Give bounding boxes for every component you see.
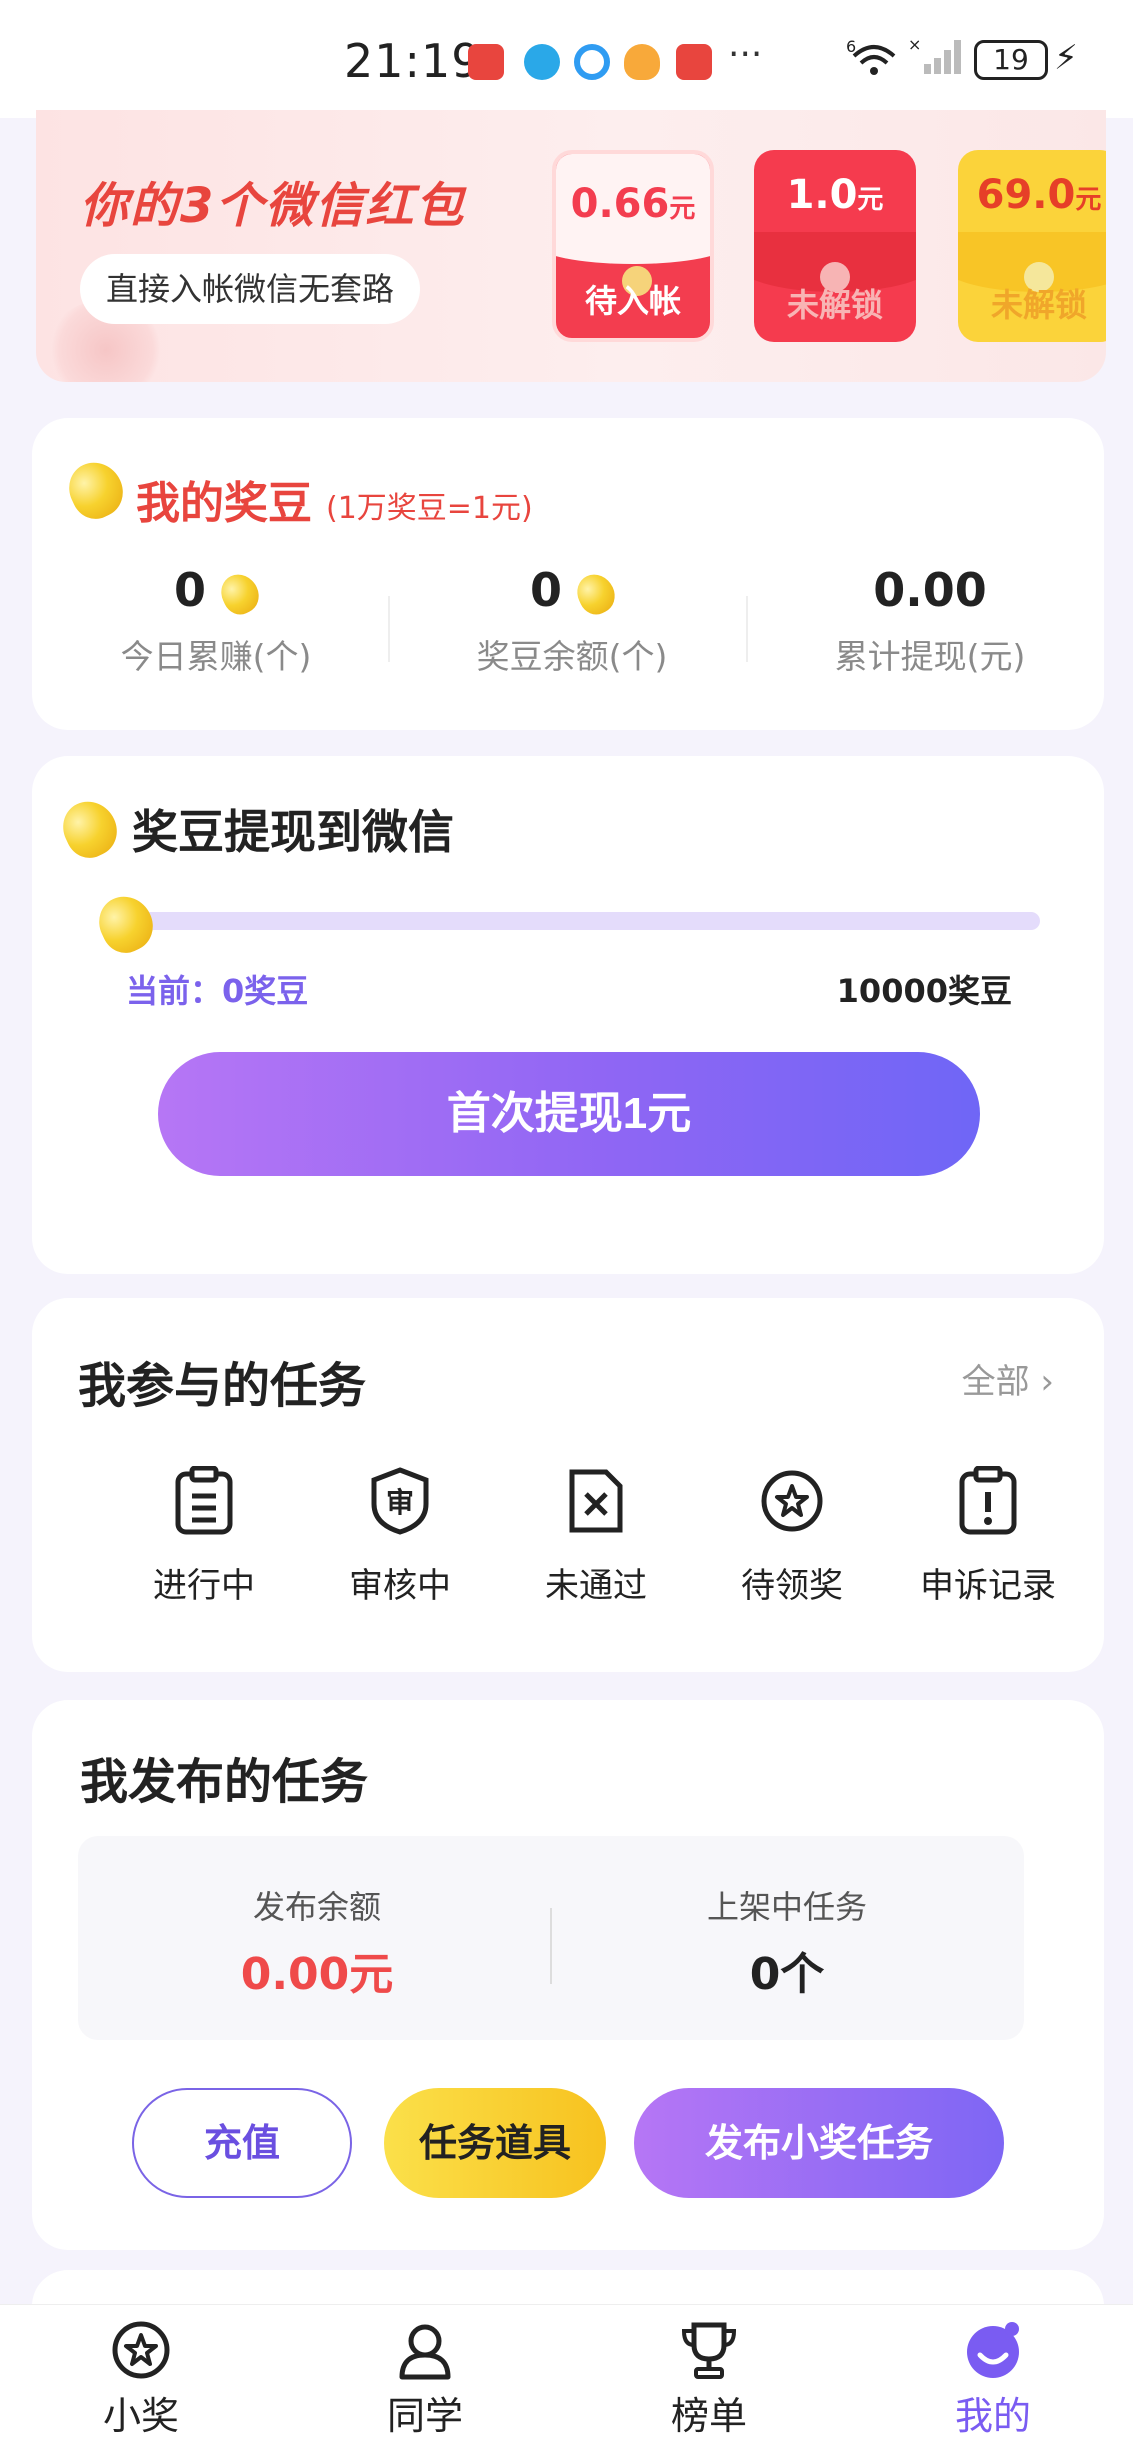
rejected-file-icon xyxy=(569,1469,623,1533)
my-beans-card: 我的奖豆 (1万奖豆=1元) 0 今日累赚(个) 0 奖豆余额(个) 0.00 … xyxy=(32,418,1104,730)
charging-icon: ⚡ xyxy=(1054,38,1078,78)
view-all-link[interactable]: 全部 › xyxy=(962,1354,1054,1403)
battery-icon: 19 xyxy=(974,40,1048,80)
stat-total-withdrawn: 0.00 累计提现(元) xyxy=(760,558,1100,678)
task-status-label: 待领奖 xyxy=(741,1566,843,1606)
participated-tasks-title: 我参与的任务 xyxy=(78,1358,367,1414)
task-status-label: 审核中 xyxy=(349,1566,451,1606)
stat-label: 累计提现(元) xyxy=(834,637,1026,676)
recharge-button[interactable]: 充值 xyxy=(132,2088,352,2198)
envelope-status: 未解锁 xyxy=(990,286,1087,324)
task-props-button[interactable]: 任务道具 xyxy=(384,2088,606,2198)
nav-label: 榜单 xyxy=(670,2394,747,2438)
huawei-store-icon xyxy=(676,44,712,80)
listed-tasks: 上架中任务 0个 xyxy=(562,1882,1012,2002)
withdraw-title: 奖豆提现到微信 xyxy=(132,805,454,859)
envelope-amount: 69.0元 xyxy=(976,172,1102,218)
publish-task-button[interactable]: 发布小奖任务 xyxy=(634,2088,1004,2198)
nav-label: 我的 xyxy=(954,2394,1031,2438)
bean-icon xyxy=(54,792,126,866)
clipboard-icon xyxy=(175,1466,233,1535)
participated-tasks-card: 我参与的任务 全部 › 进行中 审 审核中 未通过 待领奖 申诉记录 xyxy=(32,1298,1104,1672)
progress-current: 当前：0奖豆 xyxy=(126,972,309,1010)
search-icon xyxy=(574,44,610,80)
stat-value: 0 xyxy=(529,563,562,617)
task-status-label: 进行中 xyxy=(153,1566,255,1606)
red-envelope-1[interactable]: 0.66元 待入帐 xyxy=(552,150,714,342)
stat-bean-balance: 0 奖豆余额(个) xyxy=(402,558,742,678)
beans-exchange-rate: (1万奖豆=1元) xyxy=(326,491,533,526)
chevron-right-icon: › xyxy=(1040,1362,1054,1402)
publish-balance-value: 0.00元 xyxy=(240,1949,394,2000)
star-circle-icon xyxy=(112,2321,170,2379)
task-status-in-progress[interactable]: 进行中 xyxy=(106,1466,302,1607)
envelope-status: 待入帐 xyxy=(584,282,681,320)
red-envelope-banner[interactable]: 你的3个微信红包 直接入帐微信无套路 0.66元 待入帐 1.0元 未解锁 69… xyxy=(36,110,1106,382)
task-status-reviewing[interactable]: 审 审核中 xyxy=(302,1466,498,1607)
task-status-label: 申诉记录 xyxy=(920,1566,1056,1606)
first-withdraw-button[interactable]: 首次提现1元 xyxy=(158,1052,980,1176)
appeal-clipboard-icon xyxy=(959,1466,1017,1535)
bean-icon xyxy=(215,567,265,620)
svg-text:×: × xyxy=(908,36,920,54)
bottom-nav: 小奖 同学 榜单 我的 xyxy=(0,2304,1133,2453)
red-envelope-2[interactable]: 1.0元 未解锁 xyxy=(754,150,916,342)
stat-value: 0.00 xyxy=(873,563,987,617)
progress-target: 10000奖豆 xyxy=(836,972,1012,1010)
task-status-label: 未通过 xyxy=(545,1566,647,1606)
trophy-icon xyxy=(681,2322,737,2379)
nav-item-mine[interactable]: 我的 xyxy=(918,2319,1068,2440)
task-status-appeal-records[interactable]: 申诉记录 xyxy=(890,1466,1086,1607)
cat-app-icon xyxy=(624,44,660,80)
browser-icon xyxy=(524,44,560,80)
listed-tasks-label: 上架中任务 xyxy=(706,1888,867,1926)
status-time: 21:19 xyxy=(344,34,482,88)
beans-title: 我的奖豆 xyxy=(136,478,312,529)
task-status-rejected[interactable]: 未通过 xyxy=(498,1466,694,1607)
classmate-icon xyxy=(399,2324,451,2380)
banner-title: 你的3个微信红包 xyxy=(80,178,466,234)
publish-balance: 发布余额 0.00元 xyxy=(92,1882,542,2002)
svg-text:审: 审 xyxy=(386,1486,414,1519)
stat-today-earned: 0 今日累赚(个) xyxy=(46,558,386,678)
nav-label: 小奖 xyxy=(102,2394,179,2438)
bean-icon xyxy=(571,567,621,620)
stat-label: 奖豆余额(个) xyxy=(476,637,668,676)
status-bar: 21:19 ··· 6 × 19 ⚡ xyxy=(0,0,1133,118)
wifi-icon: 6 xyxy=(846,37,900,86)
progress-bean-icon xyxy=(90,887,162,961)
envelope-status: 未解锁 xyxy=(786,286,883,324)
published-tasks-card: 我发布的任务 发布余额 0.00元 上架中任务 0个 充值 任务道具 发布小奖任… xyxy=(32,1700,1104,2250)
published-tasks-title: 我发布的任务 xyxy=(80,1754,369,1810)
listed-tasks-value: 0个 xyxy=(749,1949,825,2000)
withdraw-card: 奖豆提现到微信 当前：0奖豆 10000奖豆 首次提现1元 xyxy=(32,756,1104,1274)
shield-review-icon: 审 xyxy=(371,1467,429,1535)
red-envelope-3[interactable]: 69.0元 未解锁 xyxy=(958,150,1106,342)
nav-label: 同学 xyxy=(386,2394,463,2438)
envelope-amount: 1.0元 xyxy=(786,172,884,218)
banner-subtitle: 直接入帐微信无套路 xyxy=(80,254,421,324)
withdraw-progress-bar xyxy=(136,912,1040,930)
stat-value: 0 xyxy=(173,563,206,617)
profile-smile-icon xyxy=(967,2322,1019,2378)
nav-item-xiaojiang[interactable]: 小奖 xyxy=(66,2319,216,2440)
more-notifications-icon: ··· xyxy=(728,34,763,75)
huawei-store-icon xyxy=(468,44,504,80)
star-badge-icon xyxy=(761,1470,823,1532)
task-status-pending-reward[interactable]: 待领奖 xyxy=(694,1466,890,1607)
publish-balance-label: 发布余额 xyxy=(252,1888,381,1926)
nav-item-leaderboard[interactable]: 榜单 xyxy=(634,2319,784,2440)
publish-summary-panel: 发布余额 0.00元 上架中任务 0个 xyxy=(78,1836,1024,2040)
nav-item-classmates[interactable]: 同学 xyxy=(350,2319,500,2440)
stat-label: 今日累赚(个) xyxy=(120,637,312,676)
signal-icon: × xyxy=(908,35,966,85)
bean-icon xyxy=(60,453,132,527)
